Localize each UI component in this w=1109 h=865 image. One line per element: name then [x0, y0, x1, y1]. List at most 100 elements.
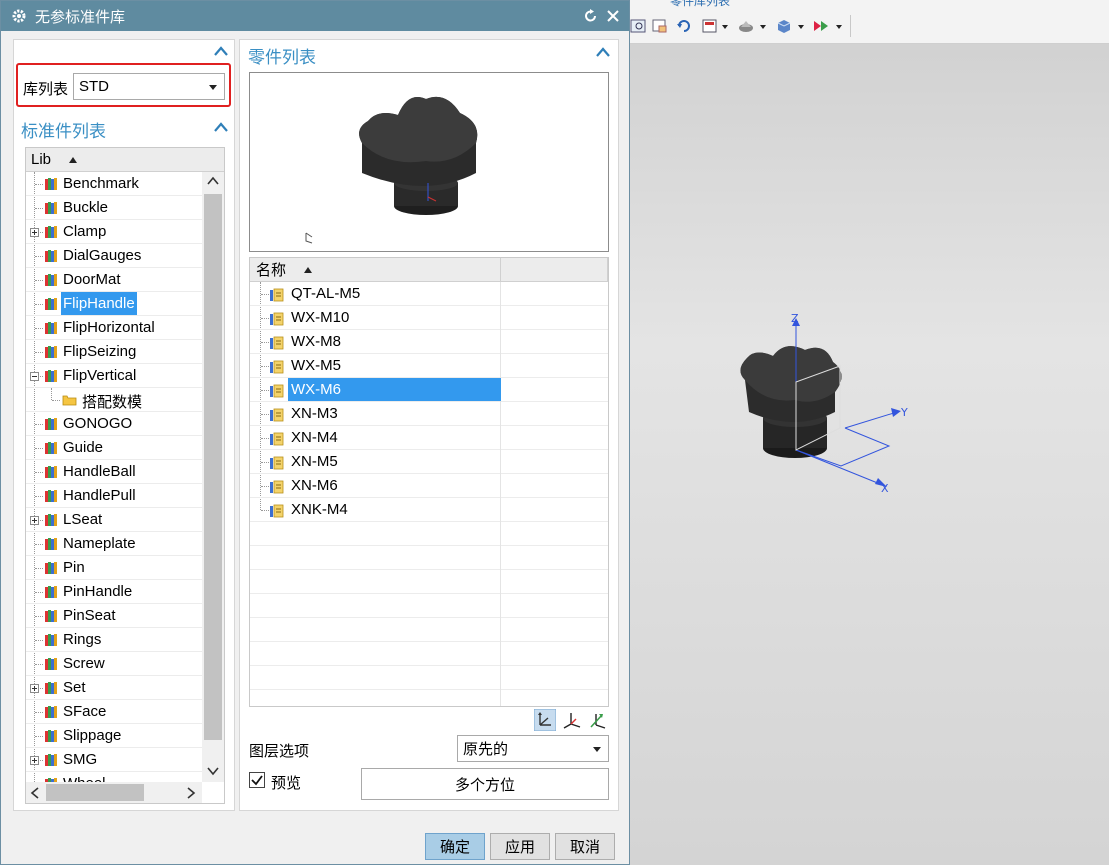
standard-list-item[interactable]: Rings	[26, 628, 202, 652]
standard-list-item[interactable]: Nameplate	[26, 532, 202, 556]
standard-list-item-label: HandlePull	[63, 487, 136, 504]
orient-vector-icon[interactable]	[587, 710, 607, 730]
cancel-button[interactable]: 取消	[555, 833, 615, 860]
standard-list-item[interactable]: Wheel	[26, 772, 202, 782]
library-books-icon	[45, 706, 57, 718]
check-icon	[251, 775, 263, 786]
layer-option-label: 图层选项	[249, 743, 310, 760]
library-list-label: 库列表	[23, 81, 69, 98]
orient-csys-icon[interactable]	[534, 709, 556, 731]
scroll-left-icon[interactable]	[30, 787, 40, 799]
library-books-icon	[45, 490, 57, 502]
reset-icon[interactable]	[583, 8, 599, 24]
standard-list-item[interactable]: PinSeat	[26, 604, 202, 628]
standard-list-item[interactable]: SMG	[26, 748, 202, 772]
part-extra-column-header[interactable]	[501, 257, 608, 282]
standard-list-item[interactable]: HandlePull	[26, 484, 202, 508]
standard-list-hscroll[interactable]	[26, 782, 202, 803]
zoom-window-icon[interactable]	[652, 17, 668, 35]
part-name-column-header[interactable]: 名称	[250, 257, 501, 282]
standard-list-item[interactable]: Screw	[26, 652, 202, 676]
preview-checkbox[interactable]	[249, 772, 265, 788]
library-books-icon	[45, 466, 57, 478]
standard-list-item[interactable]: Clamp	[26, 220, 202, 244]
graphics-viewport[interactable]: 零件库列表 Z Y X	[630, 0, 1109, 865]
collapse-node-icon[interactable]	[30, 372, 39, 381]
standard-list-item[interactable]: FlipHorizontal	[26, 316, 202, 340]
expand-node-icon[interactable]	[30, 684, 39, 693]
standard-list-item[interactable]: Set	[26, 676, 202, 700]
standard-list-item[interactable]: FlipHandle	[26, 292, 202, 316]
part-list-title: 零件列表	[248, 48, 316, 67]
part-list-item[interactable]: XN-M3	[250, 402, 608, 426]
scroll-up-icon[interactable]	[207, 176, 219, 186]
standard-list-item[interactable]: FlipSeizing	[26, 340, 202, 364]
multi-orientation-button[interactable]: 多个方位	[361, 768, 609, 800]
standard-list-item[interactable]: Pin	[26, 556, 202, 580]
view-cube-icon[interactable]	[776, 17, 806, 35]
part-list-item[interactable]: XN-M6	[250, 474, 608, 498]
layer-option-combo[interactable]: 原先的	[457, 735, 609, 762]
part-list-item[interactable]: XNK-M4	[250, 498, 608, 522]
standard-list-item[interactable]: Buckle	[26, 196, 202, 220]
gear-icon	[12, 9, 26, 23]
standard-list-item[interactable]: Benchmark	[26, 172, 202, 196]
part-list-item[interactable]: WX-M5	[250, 354, 608, 378]
library-list-combo[interactable]: STD	[73, 73, 225, 100]
lib-column-header[interactable]: Lib	[26, 148, 224, 172]
render-style-icon[interactable]	[702, 17, 730, 35]
apply-button[interactable]: 应用	[490, 833, 550, 860]
fit-view-icon[interactable]	[630, 17, 646, 35]
part-list-item-label: WX-M6	[288, 378, 501, 401]
part-list-item[interactable]: WX-M8	[250, 330, 608, 354]
standard-list-item[interactable]: DialGauges	[26, 244, 202, 268]
main-toolbar: 零件库列表	[630, 0, 1109, 44]
standard-list-item-label: FlipSeizing	[63, 343, 137, 360]
standard-list-item[interactable]: Slippage	[26, 724, 202, 748]
column-divider	[500, 354, 501, 378]
expand-node-icon[interactable]	[30, 756, 39, 765]
standard-list-item[interactable]: DoorMat	[26, 268, 202, 292]
scroll-down-icon[interactable]	[207, 766, 219, 776]
rotate-icon[interactable]	[676, 17, 692, 35]
standard-list-vscroll[interactable]	[202, 172, 224, 782]
preview-label: 预览	[271, 775, 302, 792]
tree-branch-line	[35, 544, 43, 545]
expand-node-icon[interactable]	[30, 516, 39, 525]
part-file-icon	[270, 288, 284, 302]
dialog-titlebar[interactable]: 无参标准件库	[1, 1, 629, 31]
ok-button[interactable]: 确定	[425, 833, 485, 860]
part-list-empty-row	[250, 690, 608, 706]
collapse-top-icon[interactable]	[213, 45, 229, 57]
part-list-item[interactable]: QT-AL-M5	[250, 282, 608, 306]
part-list-item[interactable]: WX-M10	[250, 306, 608, 330]
standard-list-item[interactable]: PinHandle	[26, 580, 202, 604]
close-icon[interactable]	[605, 8, 621, 24]
standard-list-item[interactable]: HandleBall	[26, 460, 202, 484]
standard-list-item[interactable]: LSeat	[26, 508, 202, 532]
standard-list: Benchmark Buckle Clamp DialGauges DoorMat Fli…	[26, 172, 202, 782]
part-table-header[interactable]: 名称	[250, 257, 608, 282]
expand-node-icon[interactable]	[30, 228, 39, 237]
part-list-item[interactable]: WX-M6	[250, 378, 608, 402]
knob-3d-model[interactable]: Z Y X	[725, 300, 925, 500]
collapse-part-list-icon[interactable]	[595, 46, 611, 58]
collapse-standard-list-icon[interactable]	[213, 121, 229, 133]
part-list-empty-row	[250, 570, 608, 594]
shading-icon[interactable]	[738, 17, 768, 35]
part-list-item-label: QT-AL-M5	[291, 285, 361, 302]
standard-list-hscroll-thumb[interactable]	[46, 784, 144, 801]
part-list-item[interactable]: XN-M5	[250, 450, 608, 474]
tree-branch-line	[35, 448, 43, 449]
scroll-right-icon[interactable]	[186, 787, 196, 799]
standard-list-item[interactable]: SFace	[26, 700, 202, 724]
section-view-icon[interactable]	[812, 17, 844, 35]
standard-list-item[interactable]: 搭配数模	[26, 388, 202, 412]
standard-list-item-label: PinHandle	[63, 583, 133, 600]
standard-list-item[interactable]: GONOGO	[26, 412, 202, 436]
orient-point-icon[interactable]	[562, 710, 582, 730]
standard-list-vscroll-thumb[interactable]	[204, 194, 222, 740]
standard-list-item[interactable]: FlipVertical	[26, 364, 202, 388]
part-list-item[interactable]: XN-M4	[250, 426, 608, 450]
standard-list-item[interactable]: Guide	[26, 436, 202, 460]
